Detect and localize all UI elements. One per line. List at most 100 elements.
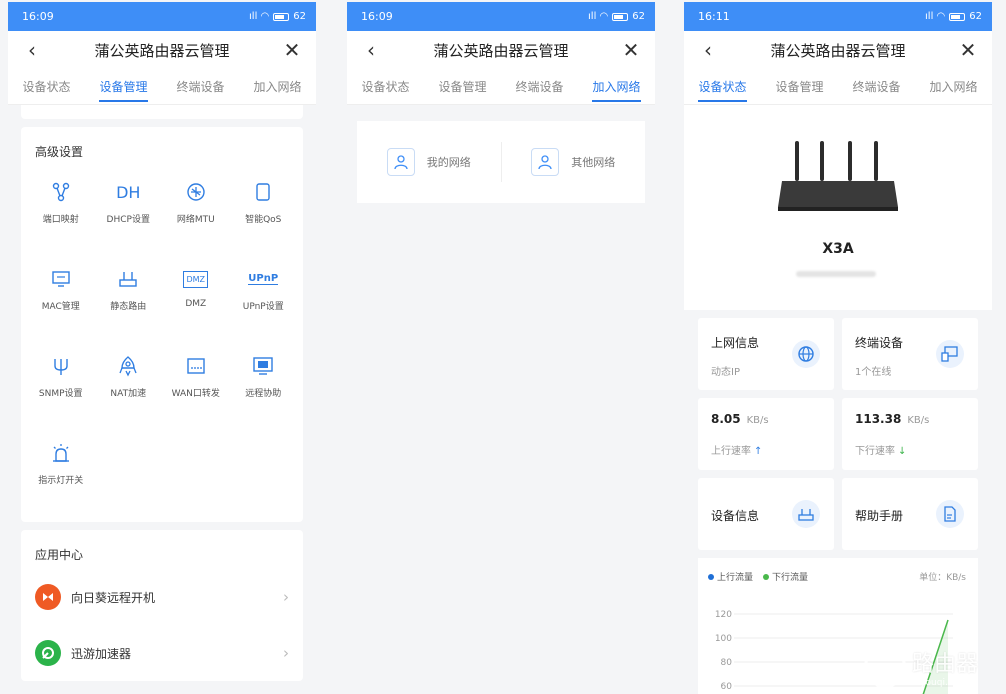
page-title: 蒲公英路由器云管理: [770, 41, 906, 60]
setting-item-dmz[interactable]: DMZ DMZ: [162, 257, 230, 344]
terminal-devices-tile[interactable]: 终端设备 1个在线: [842, 318, 978, 390]
indicator-light-icon: [50, 439, 72, 467]
dmz-icon: DMZ: [183, 265, 209, 293]
setting-label: WAN口转发: [171, 389, 220, 399]
battery-level: 62: [969, 11, 982, 22]
setting-item-remote-assist[interactable]: 远程协助: [230, 344, 298, 431]
tab-device-management[interactable]: 设备管理: [99, 69, 148, 104]
setting-label: 静态路由: [110, 302, 147, 312]
tab-terminal-devices[interactable]: 终端设备: [515, 69, 563, 104]
rate-label: 上行速率: [711, 446, 751, 457]
device-info-tile[interactable]: 设备信息: [698, 478, 834, 550]
download-rate-value: 113.38: [855, 412, 902, 426]
globe-icon: [792, 340, 820, 368]
tab-device-status[interactable]: 设备状态: [22, 69, 70, 104]
signal-icon: ıll ◠: [249, 11, 270, 22]
y-tick-label: 100: [715, 634, 732, 644]
tab-join-network[interactable]: 加入网络: [929, 69, 977, 104]
advanced-grid: 端口映射 DH DHCP设置 网络MTU 智能QoS MAC管理 静态路由 DMZ DMZ UPn…: [21, 166, 303, 522]
tab-device-management[interactable]: 设备管理: [775, 69, 823, 104]
my-network-button[interactable]: 我的网络: [357, 148, 501, 176]
tab-device-status[interactable]: 设备状态: [698, 69, 747, 104]
remote-assist-icon: [252, 352, 274, 380]
setting-label: 远程协助: [245, 389, 282, 399]
page-title: 蒲公英路由器云管理: [433, 41, 569, 60]
tab-join-network[interactable]: 加入网络: [592, 69, 641, 104]
online-info-tile[interactable]: 上网信息 动态IP: [698, 318, 834, 390]
close-icon[interactable]: ✕: [621, 40, 641, 60]
setting-label: UPnP设置: [242, 302, 284, 312]
tab-terminal-devices[interactable]: 终端设备: [176, 69, 224, 104]
setting-label: DMZ: [185, 299, 207, 309]
tile-title: 上网信息: [711, 336, 760, 350]
y-tick-label: 60: [721, 682, 733, 692]
phone-device-status: 16:11 ıll ◠ 62 ‹ 蒲公英路由器云管理 ✕ 设备状态 设备管理 终…: [684, 2, 992, 694]
tab-join-network[interactable]: 加入网络: [253, 69, 301, 104]
nav-bar: ‹ 蒲公英路由器云管理 ✕: [347, 31, 655, 69]
battery-icon: [273, 12, 290, 21]
back-icon[interactable]: ‹: [22, 40, 42, 60]
y-tick-label: 120: [715, 610, 732, 620]
previous-section-stub: [21, 105, 303, 119]
xunyou-logo-icon: [35, 640, 61, 666]
setting-label: SNMP设置: [38, 389, 83, 399]
app-item-sunlogin[interactable]: 向日葵远程开机 ›: [21, 569, 303, 625]
close-icon[interactable]: ✕: [958, 40, 978, 60]
tab-terminal-devices[interactable]: 终端设备: [852, 69, 900, 104]
arrow-up-icon: ↑: [754, 446, 763, 457]
watermark-url: luyouqi.com: [911, 678, 968, 688]
setting-label: MAC管理: [41, 302, 80, 312]
join-label: 其他网络: [571, 156, 616, 169]
chart-unit: 单位：KB/s: [919, 573, 966, 583]
status-time: 16:11: [698, 10, 730, 23]
arrow-down-icon: ↓: [898, 446, 907, 457]
setting-item-indicator-light[interactable]: 指示灯开关: [27, 431, 95, 518]
tab-device-management[interactable]: 设备管理: [438, 69, 486, 104]
watermark: 路由器 luyouqi.com: [863, 646, 978, 688]
close-icon[interactable]: ✕: [282, 40, 302, 60]
app-item-xunyou[interactable]: 迅游加速器 ›: [21, 625, 303, 681]
tile-title: 帮助手册: [855, 509, 904, 523]
setting-item-dhcp[interactable]: DH DHCP设置: [95, 170, 163, 257]
download-rate-tile: 113.38 KB/s 下行速率 ↓: [842, 398, 978, 470]
setting-item-qos[interactable]: 智能QoS: [230, 170, 298, 257]
tab-device-status[interactable]: 设备状态: [361, 69, 409, 104]
tab-bar: 设备状态 设备管理 终端设备 加入网络: [8, 69, 316, 105]
setting-item-mtu[interactable]: 网络MTU: [162, 170, 230, 257]
setting-item-router[interactable]: 静态路由: [95, 257, 163, 344]
setting-label: 网络MTU: [176, 215, 215, 225]
icon-glyph: DMZ: [183, 270, 209, 288]
setting-label: 端口映射: [42, 215, 79, 225]
chevron-right-icon: ›: [283, 644, 289, 662]
app-center-card: 应用中心 向日葵远程开机 › 迅游加速器 ›: [21, 530, 303, 681]
upnp-icon: UPnP: [248, 265, 279, 293]
rocket-icon: [117, 352, 139, 380]
status-bar: 16:09 ıll ◠ 62: [347, 2, 655, 31]
rate-unit: KB/s: [746, 415, 769, 426]
person-icon: [386, 148, 415, 176]
setting-item-port-mapping[interactable]: 端口映射: [27, 170, 95, 257]
setting-item-wan-port[interactable]: WAN口转发: [162, 344, 230, 431]
other-network-button[interactable]: 其他网络: [502, 148, 646, 176]
setting-label: 智能QoS: [245, 215, 282, 225]
status-time: 16:09: [361, 10, 393, 23]
nav-bar: ‹ 蒲公英路由器云管理 ✕: [8, 31, 316, 69]
setting-item-snmp[interactable]: SNMP设置: [27, 344, 95, 431]
setting-item-monitor[interactable]: MAC管理: [27, 257, 95, 344]
mtu-icon: [185, 178, 207, 206]
status-bar: 16:11 ıll ◠ 62: [684, 2, 992, 31]
help-manual-tile[interactable]: 帮助手册: [842, 478, 978, 550]
status-tiles: 上网信息 动态IP 终端设备 1个在线 8.05 KB/s 上行速率 ↑ 113.3…: [684, 318, 992, 550]
setting-item-rocket[interactable]: NAT加速: [95, 344, 163, 431]
app-label: 向日葵远程开机: [71, 590, 156, 605]
legend-dot-down: [763, 574, 770, 580]
back-icon[interactable]: ‹: [698, 40, 718, 60]
setting-item-upnp[interactable]: UPnP UPnP设置: [230, 257, 298, 344]
back-icon[interactable]: ‹: [361, 40, 381, 60]
port-mapping-icon: [50, 178, 72, 206]
sunlogin-logo-icon: [35, 584, 61, 610]
monitor-icon: [50, 265, 72, 293]
page-title: 蒲公英路由器云管理: [94, 41, 230, 60]
setting-label: NAT加速: [110, 389, 147, 399]
tile-title: 终端设备: [855, 336, 904, 350]
